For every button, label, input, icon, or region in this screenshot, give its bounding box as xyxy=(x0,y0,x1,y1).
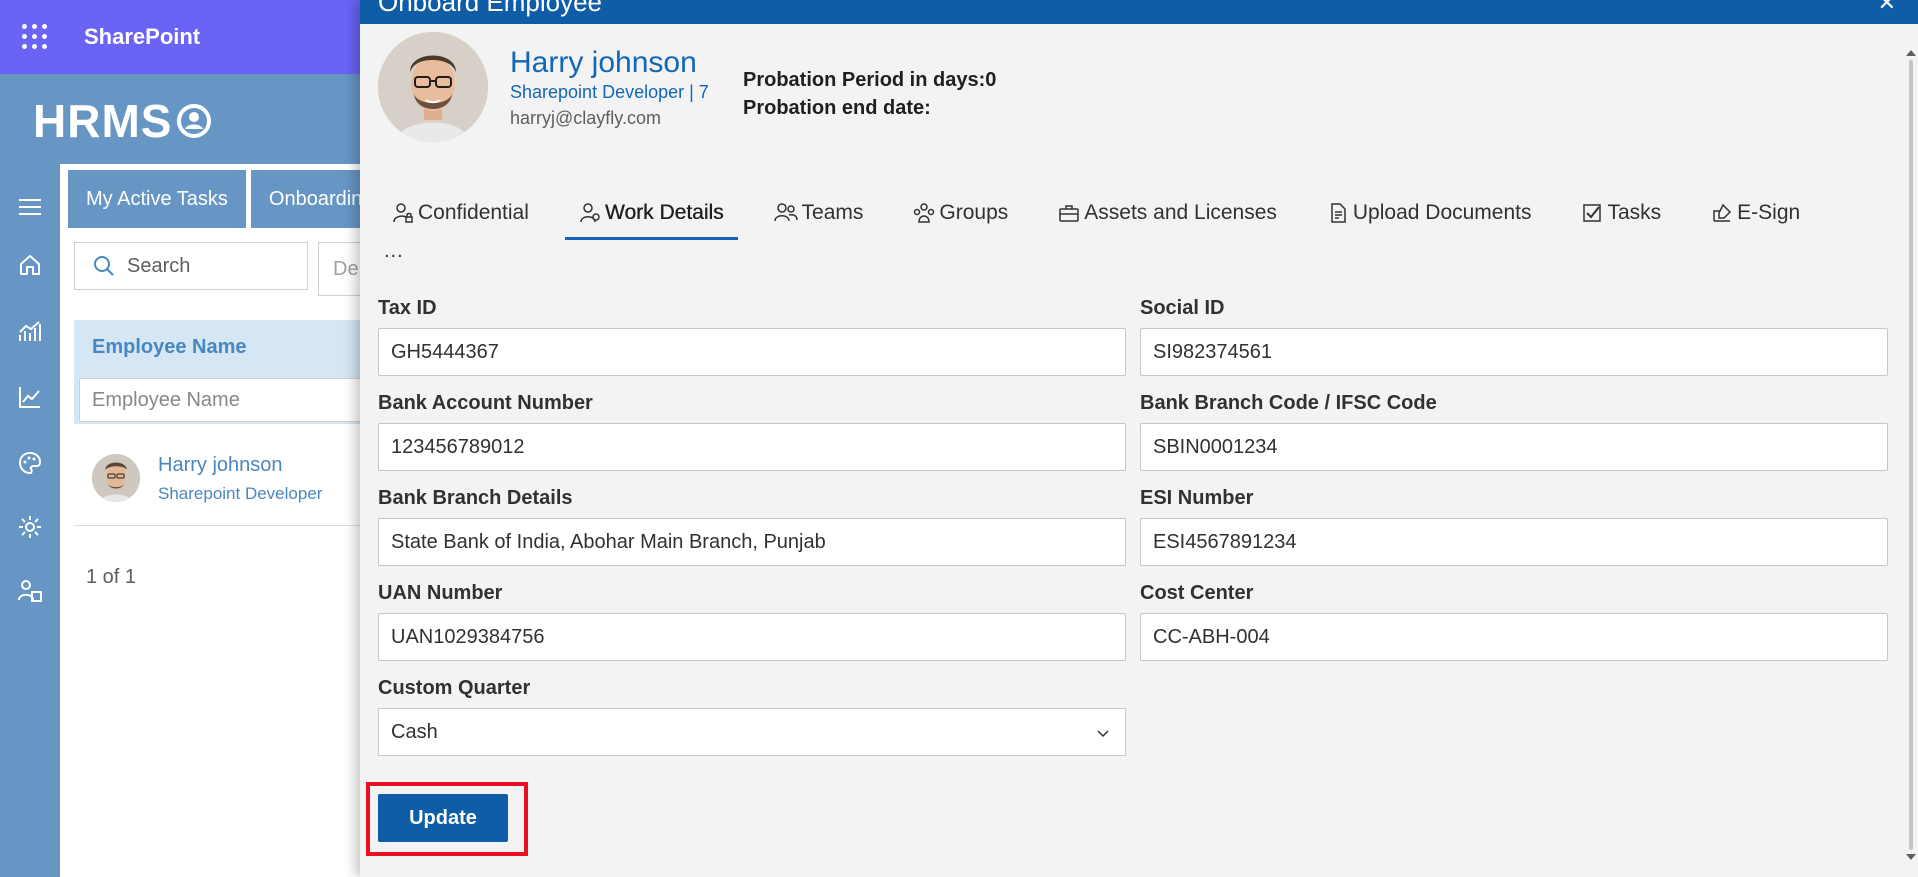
panel-tab-bar: Confidential Work Details Teams Groups A… xyxy=(378,186,1836,240)
social-id-label: Social ID xyxy=(1140,297,1225,319)
avatar xyxy=(92,454,140,502)
panel-title: Onboard Employee xyxy=(378,0,603,17)
tab-label: Assets and Licenses xyxy=(1084,201,1277,224)
row-employee-name[interactable]: Harry johnson xyxy=(158,454,283,477)
hrms-logo: HRMS xyxy=(33,94,212,148)
tab-label: Groups xyxy=(939,201,1009,224)
search-placeholder: Search xyxy=(127,254,191,277)
row-employee-role: Sharepoint Developer xyxy=(158,484,323,503)
tab-label: Work Details xyxy=(604,201,724,224)
panel-scrollbar[interactable] xyxy=(1904,50,1918,860)
document-icon xyxy=(1331,203,1346,223)
sign-icon xyxy=(1713,203,1732,222)
employee-photo xyxy=(378,32,488,142)
settings-icon[interactable] xyxy=(17,514,43,540)
cost-center-label: Cost Center xyxy=(1140,582,1254,604)
person-lock-icon xyxy=(393,203,413,223)
bank-branch-code-label: Bank Branch Code / IFSC Code xyxy=(1140,392,1437,414)
tab-teams[interactable]: Teams xyxy=(760,186,878,240)
custom-quarter-dropdown[interactable]: Cash xyxy=(378,708,1126,756)
tab-groups[interactable]: Groups xyxy=(899,186,1022,240)
update-button[interactable]: Update xyxy=(378,794,508,842)
scroll-down-arrow[interactable] xyxy=(1906,854,1916,860)
checkbox-icon xyxy=(1583,204,1602,222)
user-circle-icon xyxy=(177,104,212,138)
tax-id-input[interactable] xyxy=(378,328,1126,376)
employee-role: Sharepoint Developer | 7 xyxy=(510,82,709,102)
close-icon[interactable]: ✕ xyxy=(1878,0,1896,16)
bank-account-number-label: Bank Account Number xyxy=(378,392,593,414)
employee-name-filter-input[interactable]: Employee Name xyxy=(79,378,379,422)
employee-email: harryj@clayfly.com xyxy=(510,108,661,128)
palette-icon[interactable] xyxy=(17,450,43,476)
tab-label: E-Sign xyxy=(1737,201,1801,224)
analytics-icon[interactable] xyxy=(17,318,43,344)
probation-end-date: Probation end date: xyxy=(743,97,931,119)
tab-confidential[interactable]: Confidential xyxy=(378,186,543,240)
tab-assets-and-licenses[interactable]: Assets and Licenses xyxy=(1044,186,1291,240)
person-icon xyxy=(580,203,600,223)
probation-info: Probation Period in days:0 Probation end… xyxy=(743,66,996,122)
custom-quarter-selected-value: Cash xyxy=(391,721,438,743)
bank-branch-details-label: Bank Branch Details xyxy=(378,487,573,509)
table-row[interactable]: Harry johnson Sharepoint Developer xyxy=(74,430,374,526)
scroll-thumb[interactable] xyxy=(1909,60,1913,850)
employee-table-header: Employee Name Employee Name xyxy=(74,320,379,424)
left-navigation-rail xyxy=(0,164,60,877)
scroll-up-arrow[interactable] xyxy=(1906,50,1916,56)
social-id-input[interactable] xyxy=(1140,328,1888,376)
esi-number-label: ESI Number xyxy=(1140,487,1254,509)
more-tabs-overflow[interactable]: ... xyxy=(384,240,404,263)
tab-label: Confidential xyxy=(418,201,529,224)
hrms-logo-text: HRMS xyxy=(33,95,173,147)
app-launcher-icon[interactable] xyxy=(22,24,48,50)
home-icon[interactable] xyxy=(17,252,43,278)
tab-my-active-tasks[interactable]: My Active Tasks xyxy=(68,170,246,228)
tab-tasks[interactable]: Tasks xyxy=(1567,186,1675,240)
bank-branch-details-input[interactable] xyxy=(378,518,1126,566)
panel-title-bar: Onboard Employee ✕ xyxy=(360,0,1918,24)
tab-label: Upload Documents xyxy=(1352,201,1532,224)
tab-label: Tasks xyxy=(1607,201,1662,224)
pager-text: 1 of 1 xyxy=(86,566,137,588)
uan-number-input[interactable] xyxy=(378,613,1126,661)
background-tab-bar: My Active Tasks Onboardin xyxy=(68,170,381,228)
people-admin-icon[interactable] xyxy=(17,578,43,604)
groups-icon xyxy=(914,203,935,223)
sharepoint-title[interactable]: SharePoint xyxy=(84,24,200,50)
search-icon xyxy=(94,256,114,276)
briefcase-icon xyxy=(1059,205,1080,222)
menu-icon[interactable] xyxy=(17,194,43,220)
onboard-employee-panel: Onboard Employee ✕ Harry johnson Sharepo… xyxy=(360,0,1918,877)
chevron-down-icon xyxy=(1097,730,1109,738)
uan-number-label: UAN Number xyxy=(378,582,503,604)
bank-branch-code-input[interactable] xyxy=(1140,423,1888,471)
column-header-employee-name[interactable]: Employee Name xyxy=(92,336,247,359)
custom-quarter-label: Custom Quarter xyxy=(378,677,531,699)
tab-label: Teams xyxy=(801,201,864,224)
tab-upload-documents[interactable]: Upload Documents xyxy=(1313,186,1546,240)
employee-name[interactable]: Harry johnson xyxy=(510,46,697,80)
background-search-box[interactable]: Search xyxy=(74,242,308,290)
cost-center-input[interactable] xyxy=(1140,613,1888,661)
bank-account-number-input[interactable] xyxy=(378,423,1126,471)
esi-number-input[interactable] xyxy=(1140,518,1888,566)
probation-period-days: Probation Period in days:0 xyxy=(743,69,997,91)
teams-icon xyxy=(773,203,798,222)
tab-e-sign[interactable]: E-Sign xyxy=(1697,186,1814,240)
tab-work-details[interactable]: Work Details xyxy=(564,186,738,240)
tax-id-label: Tax ID xyxy=(378,297,437,319)
trending-icon[interactable] xyxy=(17,384,43,410)
